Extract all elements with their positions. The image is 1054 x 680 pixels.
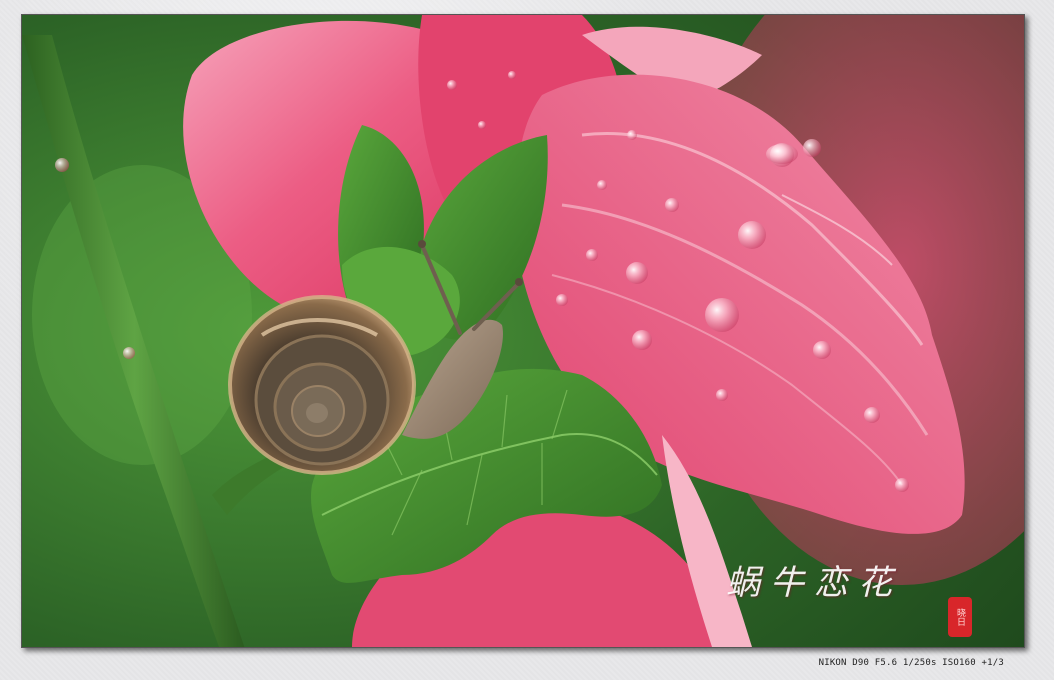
calligraphy-title: 蜗牛恋花 (726, 563, 902, 603)
water-droplet (55, 158, 69, 172)
photo-illustration (22, 15, 1024, 647)
red-seal-stamp: 晓日 (948, 597, 972, 637)
snail-shell (228, 295, 416, 475)
exif-caption: NIKON D90 F5.6 1/250s ISO160 +1/3 (818, 658, 1004, 668)
photo: 蜗牛恋花 晓日 (21, 14, 1025, 648)
